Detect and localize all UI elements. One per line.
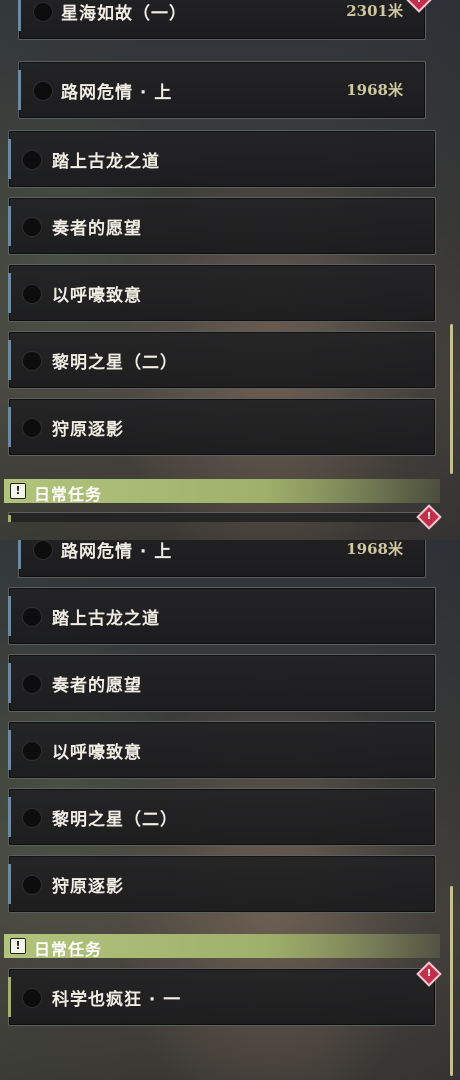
quest-track-circle-icon[interactable] <box>22 351 42 371</box>
quest-label: 踏上古龙之道 <box>52 152 160 172</box>
scrollbar-thumb[interactable] <box>450 324 453 474</box>
quest-label: 科学也疯狂 · 一 <box>52 990 182 1010</box>
quest-item-gulong[interactable]: 踏上古龙之道 <box>8 130 436 188</box>
quest-item-luwang[interactable]: 路网危情 · 上 1968米 <box>18 540 426 578</box>
exclamation-icon: ! <box>10 938 26 954</box>
quest-item-zouzhe[interactable]: 奏者的愿望 <box>8 197 436 255</box>
daily-quests-section-header[interactable]: ! 日常任务 <box>4 479 440 504</box>
quest-item-shouyuan[interactable]: 狩原逐影 <box>8 398 436 456</box>
quest-label: 踏上古龙之道 <box>52 609 160 629</box>
quest-track-circle-icon[interactable] <box>33 540 53 560</box>
section-title: 日常任务 <box>34 940 103 959</box>
quest-item-gulong[interactable]: 踏上古龙之道 <box>8 587 436 645</box>
quest-distance: 1968米 <box>346 81 403 99</box>
quest-label: 路网危情 · 上 <box>61 83 173 103</box>
quest-item-huhao[interactable]: 以呼嚎致意 <box>8 721 436 779</box>
quest-track-circle-icon[interactable] <box>22 607 42 627</box>
quest-label: 以呼嚎致意 <box>52 743 142 763</box>
quest-item-huhao[interactable]: 以呼嚎致意 <box>8 264 436 322</box>
daily-quest-item-kexue[interactable]: 科学也疯狂 · 一 <box>8 968 436 1026</box>
quest-track-circle-icon[interactable] <box>22 418 42 438</box>
quest-item-shouyuan[interactable]: 狩原逐影 <box>8 855 436 913</box>
quest-label: 奏者的愿望 <box>52 676 142 696</box>
exclamation-icon: ! <box>10 483 26 499</box>
daily-quests-section-header[interactable]: ! 日常任务 <box>4 934 440 959</box>
daily-quest-item-partial[interactable] <box>8 512 436 522</box>
quest-item-liming[interactable]: 黎明之星（二） <box>8 331 436 389</box>
quest-item-xinghai[interactable]: 星海如故（一） 2301米 <box>18 0 426 40</box>
quest-label: 路网危情 · 上 <box>61 542 173 562</box>
quest-track-circle-icon[interactable] <box>22 741 42 761</box>
quest-track-circle-icon[interactable] <box>22 217 42 237</box>
quest-label: 以呼嚎致意 <box>52 286 142 306</box>
quest-list-panel-bottom: 路网危情 · 上 1968米 踏上古龙之道 奏者的愿望 以呼嚎致意 黎明之星（二… <box>0 540 460 1080</box>
quest-item-liming[interactable]: 黎明之星（二） <box>8 788 436 846</box>
quest-track-circle-icon[interactable] <box>22 674 42 694</box>
quest-item-luwang[interactable]: 路网危情 · 上 1968米 <box>18 61 426 119</box>
quest-track-circle-icon[interactable] <box>22 808 42 828</box>
quest-distance: 1968米 <box>346 540 403 558</box>
quest-label: 星海如故（一） <box>61 4 187 24</box>
quest-distance: 2301米 <box>346 2 403 20</box>
quest-item-zouzhe[interactable]: 奏者的愿望 <box>8 654 436 712</box>
quest-track-circle-icon[interactable] <box>22 875 42 895</box>
quest-label: 狩原逐影 <box>52 420 124 440</box>
quest-list-panel-top: 星海如故（一） 2301米 ! 路网危情 · 上 1968米 踏上古龙之道 奏者… <box>0 0 460 540</box>
scrollbar-thumb[interactable] <box>450 886 453 1076</box>
quest-track-circle-icon[interactable] <box>33 2 53 22</box>
quest-track-circle-icon[interactable] <box>22 988 42 1008</box>
quest-label: 黎明之星（二） <box>52 353 178 373</box>
quest-label: 狩原逐影 <box>52 877 124 897</box>
quest-track-circle-icon[interactable] <box>22 150 42 170</box>
quest-track-circle-icon[interactable] <box>22 284 42 304</box>
quest-label: 奏者的愿望 <box>52 219 142 239</box>
section-title: 日常任务 <box>34 485 103 504</box>
quest-track-circle-icon[interactable] <box>33 81 53 101</box>
quest-label: 黎明之星（二） <box>52 810 178 830</box>
